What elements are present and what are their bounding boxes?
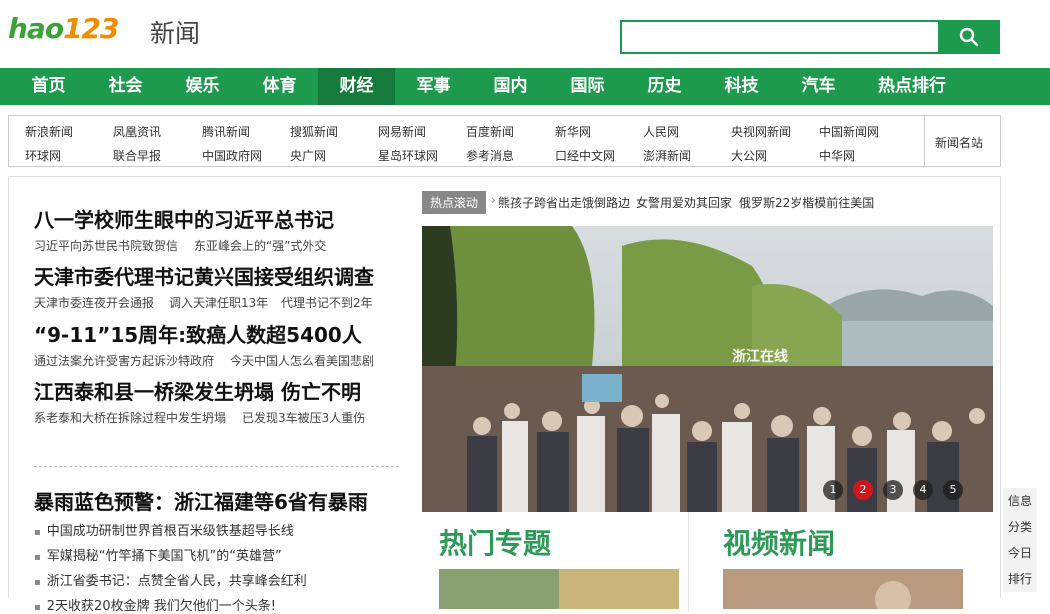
headline-title[interactable]: 暴雨蓝色预警：浙江福建等6省有暴雨: [34, 486, 368, 515]
site-header: hao123 新闻: [0, 0, 1050, 68]
news-sites-grid: 新浪新闻 凤凰资讯 腾讯新闻 搜狐新闻 网易新闻 百度新闻 新华网 人民网 央视…: [9, 116, 914, 166]
hot-scroll-item[interactable]: 女警用爱劝其回家: [636, 194, 732, 211]
news-sites-strip: 新浪新闻 凤凰资讯 腾讯新闻 搜狐新闻 网易新闻 百度新闻 新华网 人民网 央视…: [8, 115, 1001, 167]
headline-sublink[interactable]: 代理书记不到2年: [281, 294, 373, 311]
site-link[interactable]: 参考消息: [466, 147, 514, 164]
site-link[interactable]: 中国新闻网: [819, 123, 879, 140]
nav-home[interactable]: 首页: [10, 68, 87, 105]
headline-sublink[interactable]: 调入天津任职13年: [169, 294, 268, 311]
divider: [34, 466, 399, 467]
headline-title[interactable]: 天津市委代理书记黄兴国接受组织调查: [34, 261, 374, 290]
site-link[interactable]: 百度新闻: [466, 123, 514, 140]
side-item[interactable]: 信息: [1003, 492, 1037, 509]
nav-hot-ranking[interactable]: 热点排行: [857, 68, 967, 105]
nav-international[interactable]: 国际: [549, 68, 626, 105]
headline-title[interactable]: 江西泰和县一桥梁发生坍塌 伤亡不明: [34, 376, 361, 405]
slideshow-pager: 1 2 3 4 5: [823, 480, 963, 500]
side-toolbar: 信息 分类 今日 排行: [1003, 488, 1037, 592]
nav-entertainment[interactable]: 娱乐: [164, 68, 241, 105]
headline-sublink[interactable]: 东亚峰会上的“强”式外交: [194, 237, 326, 254]
pager-dot[interactable]: 5: [943, 480, 963, 500]
nav-finance[interactable]: 财经: [318, 68, 395, 105]
list-item[interactable]: 军媒揭秘“竹竿捅下美国飞机”的“英雄营”: [34, 545, 282, 564]
nav-military[interactable]: 军事: [395, 68, 472, 105]
hot-scroll-item[interactable]: 熊孩子跨省出走饿倒路边: [498, 194, 630, 211]
site-link[interactable]: 腾讯新闻: [202, 123, 250, 140]
site-link[interactable]: 口经中文网: [555, 147, 615, 164]
pager-dot[interactable]: 3: [883, 480, 903, 500]
pager-dot[interactable]: 1: [823, 480, 843, 500]
slideshow-photo[interactable]: 浙江在线 1 2 3 4 5: [422, 226, 993, 512]
headline-sublink[interactable]: 已发现3车被压3人重伤: [242, 409, 365, 426]
nav-auto[interactable]: 汽车: [780, 68, 857, 105]
list-item[interactable]: 中国成功研制世界首根百米级铁基超导长线: [34, 520, 294, 539]
hot-scroll-item[interactable]: 俄罗斯22岁楷模前往美国: [739, 194, 874, 211]
site-link[interactable]: 网易新闻: [378, 123, 426, 140]
side-item[interactable]: 排行: [1003, 570, 1037, 587]
hao123-logo[interactable]: hao123: [8, 12, 120, 45]
sites-label[interactable]: 新闻名站: [935, 134, 983, 151]
site-link[interactable]: 凤凰资讯: [113, 123, 161, 140]
headline-title[interactable]: “9-11”15周年:致癌人数超5400人: [34, 319, 362, 348]
site-link[interactable]: 人民网: [643, 123, 679, 140]
headline-sublink[interactable]: 通过法案允许受害方起诉沙特政府: [34, 352, 214, 369]
search-button[interactable]: [938, 20, 1000, 54]
topic-thumbnail[interactable]: [439, 569, 679, 609]
headline-title[interactable]: 八一学校师生眼中的习近平总书记: [34, 204, 334, 233]
logo-text-123: 123: [63, 12, 119, 45]
side-item[interactable]: 分类: [1003, 518, 1037, 535]
video-image: [723, 569, 963, 609]
nav-domestic[interactable]: 国内: [472, 68, 549, 105]
nav-sports[interactable]: 体育: [241, 68, 318, 105]
site-link[interactable]: 星岛环球网: [378, 147, 438, 164]
site-link[interactable]: 环球网: [25, 147, 61, 164]
pager-dot[interactable]: 4: [913, 480, 933, 500]
site-link[interactable]: 搜狐新闻: [290, 123, 338, 140]
section-title-video[interactable]: 视频新闻: [723, 522, 835, 562]
pager-dot-active[interactable]: 2: [853, 480, 873, 500]
video-thumbnail[interactable]: [723, 569, 963, 609]
topic-image: [439, 569, 679, 609]
section-name: 新闻: [150, 19, 201, 48]
divider: [924, 116, 925, 166]
headline-sublink[interactable]: 习近平向苏世民书院致贺信: [34, 237, 178, 254]
site-link[interactable]: 央广网: [290, 147, 326, 164]
site-link[interactable]: 央视网新闻: [731, 123, 791, 140]
chevron-right-icon: ›: [491, 193, 496, 207]
headline-sublink[interactable]: 天津市委连夜开会通报: [34, 294, 154, 311]
site-link[interactable]: 中国政府网: [202, 147, 262, 164]
main-content: 八一学校师生眼中的习近平总书记 习近平向苏世民书院致贺信 东亚峰会上的“强”式外…: [8, 176, 1001, 614]
crowd-photo: [422, 226, 993, 512]
nav-society[interactable]: 社会: [87, 68, 164, 105]
search-icon: [959, 27, 979, 47]
search-bar: [620, 20, 1000, 54]
search-input[interactable]: [620, 20, 948, 54]
list-item[interactable]: 浙江省委书记：点赞全省人民，共享峰会红利: [34, 570, 307, 589]
list-item[interactable]: 2天收获20枚金牌 我们欠他们一个头条!: [34, 595, 276, 614]
section-title-topics[interactable]: 热门专题: [439, 522, 551, 562]
site-link[interactable]: 新浪新闻: [25, 123, 73, 140]
headline-sublink[interactable]: 系老泰和大桥在拆除过程中发生坍塌: [34, 409, 226, 426]
logo-text-hao: hao: [8, 12, 64, 45]
main-nav: 首页 社会 娱乐 体育 财经 军事 国内 国际 历史 科技 汽车 热点排行: [0, 68, 1050, 105]
site-link[interactable]: 澎湃新闻: [643, 147, 691, 164]
nav-history[interactable]: 历史: [626, 68, 703, 105]
site-link[interactable]: 中华网: [819, 147, 855, 164]
site-link[interactable]: 新华网: [555, 123, 591, 140]
site-link[interactable]: 联合早报: [113, 147, 161, 164]
photo-watermark: 浙江在线: [732, 349, 788, 365]
hot-scroll-label: 热点滚动: [422, 191, 487, 214]
site-link[interactable]: 大公网: [731, 147, 767, 164]
divider: [688, 512, 689, 612]
headline-sublink[interactable]: 今天中国人怎么看美国悲剧: [230, 352, 374, 369]
nav-tech[interactable]: 科技: [703, 68, 780, 105]
side-item[interactable]: 今日: [1003, 544, 1037, 561]
